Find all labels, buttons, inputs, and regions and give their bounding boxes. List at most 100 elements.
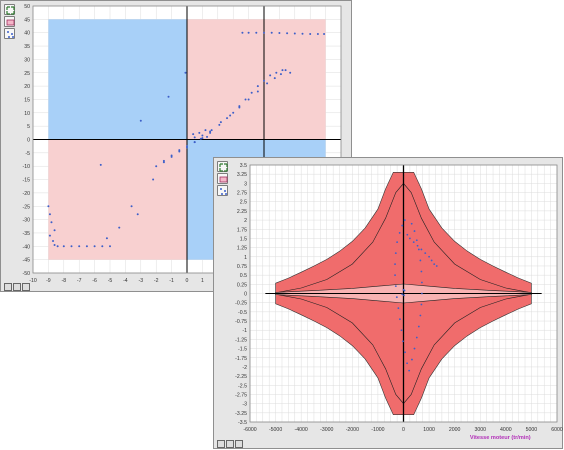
x-tick-label: -3 (138, 278, 143, 284)
data-point (48, 234, 51, 237)
data-point (263, 31, 265, 34)
y-tick-label: -40 (23, 244, 31, 250)
grid-icon[interactable] (217, 440, 225, 448)
data-point (256, 90, 259, 93)
data-point (167, 95, 170, 98)
data-point (62, 245, 65, 248)
y-tick-label: 3.5 (240, 163, 247, 169)
data-point (210, 129, 213, 132)
y-tick-label: -1.25 (235, 337, 247, 343)
print-icon[interactable] (22, 283, 30, 291)
data-point (204, 129, 207, 132)
data-point (403, 294, 405, 297)
y-tick-label: 50 (24, 4, 30, 10)
data-point (412, 241, 415, 243)
y-tick-label: 1.75 (237, 227, 247, 233)
y-tick-label: -10 (23, 164, 31, 170)
x-tick-label: -7 (77, 278, 82, 284)
y-tick-label: 35 (24, 44, 30, 50)
data-point (229, 114, 232, 117)
data-point (244, 98, 247, 101)
data-point (78, 245, 81, 248)
data-point (178, 150, 181, 153)
y-tick-label: -45 (23, 258, 31, 264)
data-point (430, 259, 433, 262)
print-icon[interactable] (235, 440, 243, 448)
x-tick-label: 1000 (423, 427, 435, 433)
y-tick-label: 1.5 (240, 236, 247, 242)
data-point (201, 134, 204, 137)
data-point (284, 69, 287, 72)
data-point (99, 163, 102, 166)
y-tick-label: 1.25 (237, 246, 247, 252)
data-point (53, 229, 56, 232)
y-tick-label: -2 (242, 365, 247, 371)
data-point (184, 71, 187, 74)
data-point (218, 123, 221, 126)
data-point (238, 106, 241, 109)
data-point (70, 245, 73, 248)
save-icon[interactable] (226, 440, 234, 448)
data-point (279, 73, 282, 76)
data-point (162, 161, 165, 164)
y-tick-label: 30 (24, 57, 30, 63)
y-tick-label: -1.75 (235, 356, 247, 362)
data-point (402, 340, 404, 343)
x-tick-label: -8 (61, 278, 66, 284)
quadrant-region (48, 19, 188, 140)
y-tick-label: 0.75 (237, 264, 247, 270)
data-point (399, 318, 401, 321)
data-point (397, 307, 400, 310)
y-tick-label: 2.5 (240, 200, 247, 206)
speed-envelope-chart: -6000 -5000 -4000 -3000 -2000 -1000 0 1000 2000 3… (235, 163, 563, 441)
y-tick-label: 0.5 (240, 273, 247, 279)
data-point (403, 289, 406, 292)
x-tick-label: 1 (201, 278, 204, 284)
y-tick-label: -2.25 (235, 374, 247, 380)
data-point (419, 314, 422, 317)
data-point (394, 252, 397, 255)
y-tick-label: -3.5 (238, 420, 247, 426)
x-axis-title: Vitesse moteur (tr/min) (470, 435, 531, 441)
data-point (424, 252, 427, 255)
data-point (395, 296, 398, 299)
data-point (417, 325, 420, 328)
data-point (401, 224, 404, 227)
plot-window-speed: -6000 -5000 -4000 -3000 -2000 -1000 0 1000 2000 3… (213, 157, 563, 449)
y-tick-label: -3 (242, 402, 247, 408)
data-point (263, 79, 265, 82)
x-tick-label: -2000 (346, 427, 359, 433)
quadrant-region (187, 19, 326, 140)
x-tick-label: -6 (92, 278, 97, 284)
x-tick-label: -4 (123, 278, 128, 284)
data-point (255, 31, 258, 34)
data-point (428, 255, 430, 258)
data-point (398, 232, 401, 234)
data-point (435, 265, 438, 267)
y-tick-label: 3 (244, 181, 247, 187)
grid-icon[interactable] (4, 283, 12, 291)
x-tick-label: -5000 (269, 427, 282, 433)
data-point (256, 85, 259, 88)
data-point (53, 243, 56, 246)
data-point (417, 248, 420, 251)
data-point (396, 241, 399, 243)
x-tick-labels: -6000 -5000 -4000 -3000 -2000 -1000 0 1000 2000 3… (243, 427, 563, 433)
data-point (101, 245, 104, 248)
save-icon[interactable] (13, 283, 21, 291)
data-point (400, 329, 403, 332)
data-point (289, 71, 292, 74)
data-point (247, 98, 250, 101)
data-point (47, 205, 50, 208)
y-tick-label: -0.75 (235, 319, 247, 325)
data-point (281, 69, 284, 72)
y-tick-label: -20 (23, 191, 31, 197)
y-tick-label: 15 (24, 97, 30, 103)
data-point (275, 71, 278, 74)
y-tick-label: -15 (23, 178, 31, 184)
data-point (410, 222, 413, 225)
y-tick-label: 5 (27, 124, 30, 130)
y-tick-label: 0.25 (237, 282, 247, 288)
data-point (293, 32, 296, 35)
data-point (199, 137, 202, 140)
